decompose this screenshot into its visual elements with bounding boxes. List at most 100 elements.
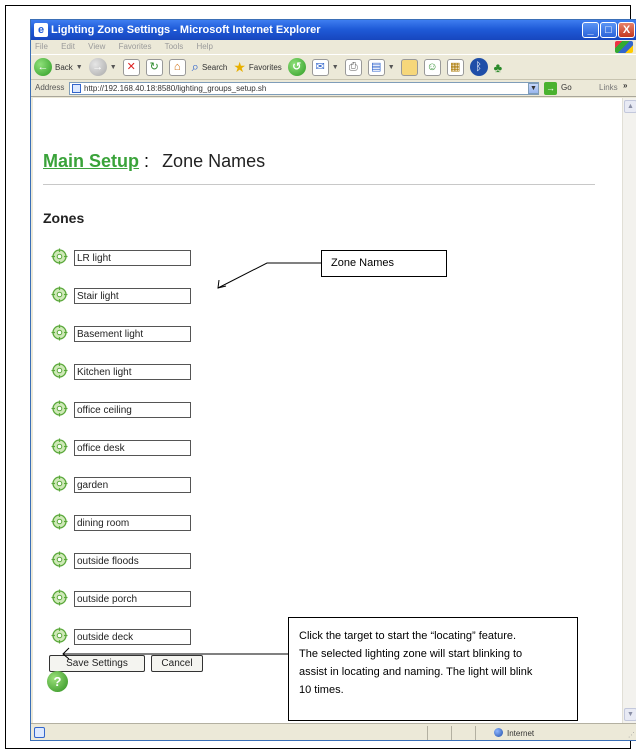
target-icon[interactable] — [51, 400, 68, 417]
address-field[interactable]: http://192.168.40.18:8580/lighting_group… — [69, 82, 539, 95]
menu-favorites[interactable]: Favorites — [119, 42, 152, 51]
status-bar: Internet ⋰ — [31, 723, 636, 740]
search-icon: ⌕ — [191, 59, 199, 74]
resize-grip-icon[interactable]: ⋰ — [628, 731, 635, 739]
zone-name-input[interactable] — [74, 364, 191, 380]
vertical-scrollbar[interactable]: ▲ ▼ — [622, 98, 636, 723]
print-button[interactable]: ⎙ — [344, 58, 362, 76]
zone-name-input[interactable] — [74, 250, 191, 266]
bluetooth-button[interactable]: ᛒ — [469, 58, 488, 76]
target-icon[interactable] — [51, 513, 68, 530]
links-button[interactable]: Links — [599, 83, 618, 92]
target-icon[interactable] — [51, 475, 68, 492]
target-icon[interactable] — [51, 627, 68, 644]
history-icon: ↺ — [287, 58, 306, 76]
title-bar[interactable]: e Lighting Zone Settings - Microsoft Int… — [31, 20, 636, 40]
zone-name-input[interactable] — [74, 288, 191, 304]
home-button[interactable]: ⌂ — [168, 58, 186, 76]
go-button[interactable]: Go — [561, 83, 572, 92]
target-icon[interactable] — [51, 362, 68, 379]
page-content: Main Setup : Zone Names Zones Save Setti… — [33, 98, 622, 723]
callout-arrowhead — [217, 279, 227, 289]
menu-help[interactable]: Help — [197, 42, 213, 51]
research-button[interactable]: ▦ — [446, 58, 464, 76]
callout-arrow — [217, 262, 321, 289]
scroll-down-icon[interactable]: ▼ — [624, 708, 636, 721]
url-text: http://192.168.40.18:8580/lighting_group… — [84, 84, 267, 93]
chevron-down-icon[interactable]: ▼ — [388, 64, 395, 71]
save-settings-button[interactable]: Save Settings — [49, 655, 145, 672]
target-icon[interactable] — [51, 286, 68, 303]
maximize-button[interactable]: □ — [600, 22, 617, 38]
page-header: Main Setup : Zone Names — [43, 151, 265, 172]
page-title: Zone Names — [162, 151, 266, 171]
back-arrow-icon: ← — [34, 58, 52, 76]
bluetooth-icon: ᛒ — [469, 58, 488, 76]
note-line: 10 times. — [299, 684, 344, 696]
mail-icon: ✉ — [311, 58, 329, 76]
edit-button[interactable]: ▤ ▼ — [367, 58, 395, 76]
back-button[interactable]: ← Back ▼ — [34, 58, 83, 76]
divider — [43, 184, 595, 185]
target-icon[interactable] — [51, 438, 68, 455]
stop-icon: ✕ — [122, 58, 140, 76]
menu-bar: File Edit View Favorites Tools Help — [31, 40, 636, 54]
zone-name-input[interactable] — [74, 553, 191, 569]
research-icon: ▦ — [446, 58, 464, 76]
mail-button[interactable]: ✉ ▼ — [311, 58, 339, 76]
scroll-up-icon[interactable]: ▲ — [624, 100, 636, 113]
zone-name-input[interactable] — [74, 591, 191, 607]
windows-logo-icon — [615, 41, 633, 53]
minimize-button[interactable]: _ — [582, 22, 599, 38]
messenger-icon: ☺ — [423, 58, 441, 76]
address-label: Address — [35, 83, 65, 92]
refresh-button[interactable]: ↻ — [145, 58, 163, 76]
favorites-button[interactable]: ★ Favorites — [233, 59, 281, 76]
favorites-label: Favorites — [248, 62, 282, 72]
go-arrow-icon[interactable]: → — [544, 82, 557, 95]
cancel-button[interactable]: Cancel — [151, 655, 203, 672]
target-icon[interactable] — [51, 551, 68, 568]
chevron-down-icon[interactable]: ▼ — [332, 64, 339, 71]
target-icon[interactable] — [51, 248, 68, 265]
stop-button[interactable]: ✕ — [122, 58, 140, 76]
forward-button[interactable]: → ▼ — [88, 58, 117, 76]
zone-name-input[interactable] — [74, 477, 191, 493]
close-button[interactable]: X — [618, 22, 635, 38]
msn-icon: ♣ — [493, 59, 503, 75]
menu-edit[interactable]: Edit — [61, 42, 75, 51]
globe-icon — [494, 728, 503, 737]
print-icon: ⎙ — [344, 58, 362, 76]
zone-name-input[interactable] — [74, 629, 191, 645]
refresh-icon: ↻ — [145, 58, 163, 76]
folder-button[interactable] — [400, 58, 418, 76]
chevron-right-icon[interactable]: » — [623, 81, 627, 90]
menu-view[interactable]: View — [88, 42, 105, 51]
chevron-down-icon[interactable]: ▼ — [76, 64, 83, 71]
folder-icon — [400, 58, 418, 76]
help-icon[interactable]: ? — [47, 671, 68, 692]
chevron-down-icon[interactable]: ▼ — [110, 64, 117, 71]
page-status-icon — [34, 727, 45, 738]
header-colon: : — [144, 151, 150, 171]
main-setup-link[interactable]: Main Setup — [43, 151, 139, 171]
menu-tools[interactable]: Tools — [165, 42, 184, 51]
zone-name-input[interactable] — [74, 402, 191, 418]
edit-icon: ▤ — [367, 58, 385, 76]
zone-name-input[interactable] — [74, 515, 191, 531]
menu-file[interactable]: File — [35, 42, 48, 51]
chevron-down-icon[interactable]: ▼ — [528, 83, 539, 94]
history-button[interactable]: ↺ — [287, 58, 306, 76]
target-icon[interactable] — [51, 589, 68, 606]
toolbar: ← Back ▼ → ▼ ✕ ↻ ⌂ ⌕ Search ★ Favorites … — [31, 54, 636, 80]
messenger-button[interactable]: ☺ — [423, 58, 441, 76]
forward-arrow-icon: → — [88, 58, 107, 76]
search-button[interactable]: ⌕ Search — [192, 59, 228, 75]
zone-name-input[interactable] — [74, 440, 191, 456]
zone-label: Internet — [507, 729, 535, 738]
back-label: Back — [55, 62, 73, 72]
target-icon[interactable] — [51, 324, 68, 341]
zone-name-input[interactable] — [74, 326, 191, 342]
msn-button[interactable]: ♣ — [494, 60, 503, 75]
page-icon — [72, 84, 81, 93]
